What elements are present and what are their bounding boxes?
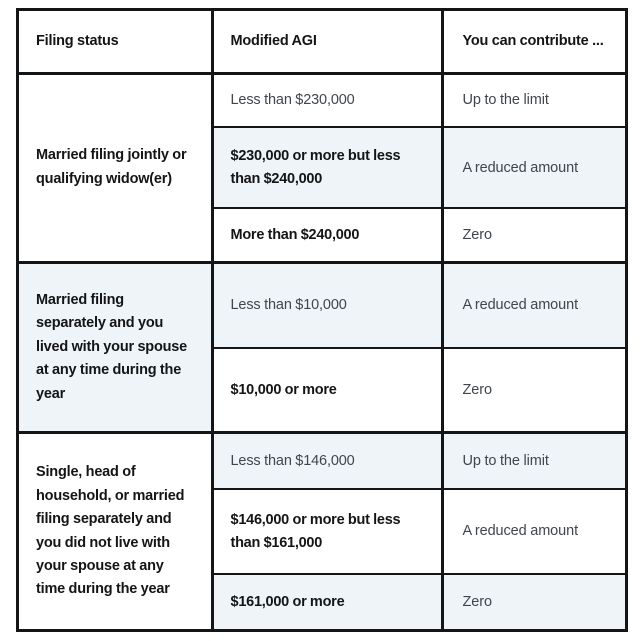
cell-contribution: Zero [440,346,625,433]
agi-contribution-table-container: Filing status Modified AGI You can contr… [16,8,628,632]
cell-contribution: A reduced amount [440,488,625,574]
cell-contribution: Up to the limit [440,71,625,128]
cell-modified-agi: $10,000 or more [210,346,442,433]
cell-contribution: Zero [440,572,625,629]
header-row: Filing status Modified AGI You can contr… [19,11,625,73]
cell-modified-agi: Less than $10,000 [210,261,442,348]
cell-modified-agi: $230,000 or more but less than $240,000 [210,126,442,209]
table-row: Married filing separately and you lived … [19,261,625,433]
column-header-filing-status: Filing status [19,11,212,73]
cell-filing-status: Married filing separately and you lived … [19,261,212,433]
cell-contribution: Zero [440,207,625,263]
cell-filing-status: Single, head of household, or married fi… [19,431,212,629]
table-row: Single, head of household, or married fi… [19,431,625,629]
table-body: Married filing jointly or qualifying wid… [19,71,625,629]
column-header-modified-agi: Modified AGI [210,11,442,73]
table-header: Filing status Modified AGI You can contr… [19,11,625,73]
cell-contribution: Up to the limit [440,431,625,490]
column-header-you-can-contribute: You can contribute ... [440,11,625,73]
table-row: Married filing jointly or qualifying wid… [19,71,625,263]
cell-modified-agi: $146,000 or more but less than $161,000 [210,488,442,574]
agi-contribution-table: Filing status Modified AGI You can contr… [19,11,625,629]
cell-contribution: A reduced amount [440,126,625,209]
cell-modified-agi: More than $240,000 [210,207,442,263]
cell-modified-agi: Less than $230,000 [210,71,442,128]
cell-filing-status: Married filing jointly or qualifying wid… [19,71,212,263]
cell-contribution: A reduced amount [440,261,625,348]
cell-modified-agi: $161,000 or more [210,572,442,629]
cell-modified-agi: Less than $146,000 [210,431,442,490]
